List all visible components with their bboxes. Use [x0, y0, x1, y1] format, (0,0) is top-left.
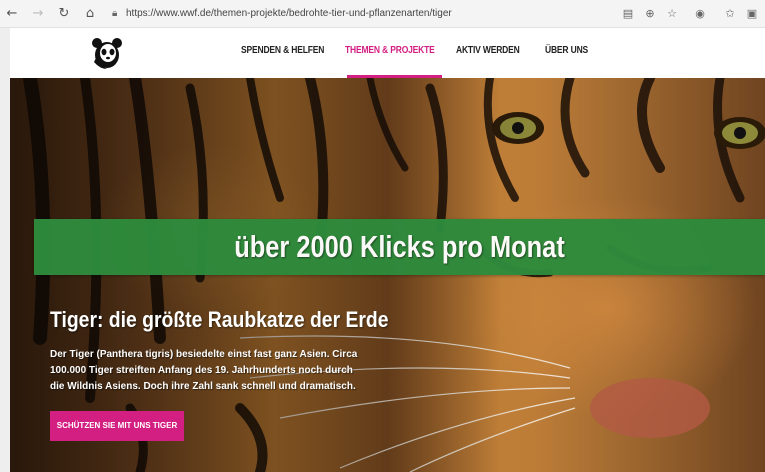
promo-banner: über 2000 Klicks pro Monat: [34, 219, 765, 275]
zoom-icon[interactable]: ⊕: [642, 6, 658, 22]
reader-view-icon[interactable]: ▤: [620, 6, 636, 22]
hero-description-line: die Wildnis Asiens. Doch ihre Zahl sank …: [50, 381, 356, 392]
home-icon[interactable]: ⌂: [82, 6, 98, 22]
hero-description-line: 100.000 Tiger streiften Anfang des 19. J…: [50, 365, 353, 376]
nav-spenden-helfen[interactable]: SPENDEN & HELFEN: [241, 45, 324, 56]
promo-banner-text: über 2000 Klicks pro Monat: [234, 229, 565, 264]
hero-description: Der Tiger (Panthera tigris) besiedelte e…: [50, 347, 390, 395]
reload-icon[interactable]: ↻: [56, 6, 72, 22]
page-edge: [0, 28, 10, 472]
favorites-icon[interactable]: ✩: [722, 6, 738, 22]
lock-icon: 🔒︎: [112, 8, 118, 19]
collections-icon[interactable]: ▣: [744, 6, 760, 22]
address-bar[interactable]: https://www.wwf.de/themen-projekte/bedro…: [126, 5, 686, 23]
nav-aktiv-werden[interactable]: AKTIV WERDEN: [456, 45, 520, 56]
favorite-star-icon[interactable]: ☆: [664, 6, 680, 22]
site-header: SPENDEN & HELFEN THEMEN & PROJEKTE AKTIV…: [10, 28, 765, 78]
protect-tigers-button[interactable]: SCHÜTZEN SIE MIT UNS TIGER: [50, 411, 184, 441]
nav-themen-projekte[interactable]: THEMEN & PROJEKTE: [345, 45, 435, 56]
extension-icon[interactable]: ◉: [692, 6, 708, 22]
hero-title: Tiger: die größte Raubkatze der Erde: [50, 307, 389, 332]
back-icon[interactable]: ←: [4, 6, 20, 22]
browser-toolbar: ← → ↻ ⌂ 🔒︎ https://www.wwf.de/themen-pro…: [0, 0, 765, 28]
forward-icon[interactable]: →: [30, 6, 46, 22]
wwf-panda-logo[interactable]: [90, 36, 124, 70]
nav-ueber-uns[interactable]: ÜBER UNS: [545, 45, 588, 56]
hero-description-line: Der Tiger (Panthera tigris) besiedelte e…: [50, 349, 358, 360]
